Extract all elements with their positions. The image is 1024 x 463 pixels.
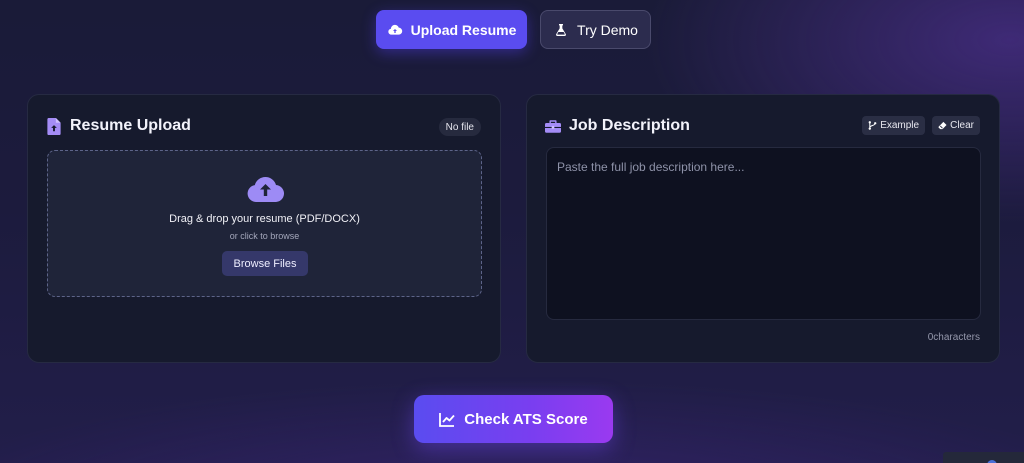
clear-button[interactable]: Clear bbox=[932, 116, 980, 135]
job-description-textarea[interactable]: Paste the full job description here... bbox=[546, 147, 981, 320]
upload-resume-label: Upload Resume bbox=[410, 21, 517, 38]
chart-line-icon bbox=[439, 412, 455, 427]
clear-label: Clear bbox=[950, 120, 974, 131]
example-label: Example bbox=[880, 120, 920, 131]
job-description-placeholder: Paste the full job description here... bbox=[557, 160, 745, 174]
flask-icon bbox=[556, 23, 566, 36]
dropzone-instructions: Drag & drop your resume (PDF/DOCX) bbox=[169, 213, 360, 225]
job-description-title: Job Description bbox=[569, 117, 690, 134]
job-description-card: Job Description Example Clear Paste the … bbox=[526, 94, 1000, 363]
cloud-upload-icon bbox=[387, 24, 402, 35]
eraser-icon bbox=[938, 121, 947, 130]
cloud-upload-icon bbox=[247, 177, 284, 202]
check-ats-score-button[interactable]: Check ATS Score bbox=[414, 395, 613, 443]
example-button[interactable]: Example bbox=[862, 116, 926, 135]
resume-upload-title: Resume Upload bbox=[70, 117, 191, 134]
file-status-badge: No file bbox=[438, 118, 481, 136]
job-description-header: Job Description bbox=[545, 117, 690, 135]
try-demo-label: Try Demo bbox=[577, 21, 638, 38]
dropzone-subtext: or click to browse bbox=[229, 231, 300, 241]
browse-files-button[interactable]: Browse Files bbox=[222, 251, 308, 276]
check-ats-score-label: Check ATS Score bbox=[464, 410, 588, 428]
file-upload-icon bbox=[47, 117, 61, 135]
code-branch-icon bbox=[868, 121, 877, 130]
corner-widget[interactable] bbox=[943, 452, 1024, 463]
resume-upload-card: Resume Upload No file Drag & drop your r… bbox=[27, 94, 501, 363]
resume-dropzone[interactable]: Drag & drop your resume (PDF/DOCX) or cl… bbox=[47, 150, 482, 297]
try-demo-button[interactable]: Try Demo bbox=[540, 10, 651, 49]
character-count: 0characters bbox=[927, 332, 980, 343]
briefcase-icon bbox=[545, 119, 561, 133]
upload-resume-button[interactable]: Upload Resume bbox=[376, 10, 527, 49]
resume-upload-header: Resume Upload bbox=[46, 117, 191, 135]
